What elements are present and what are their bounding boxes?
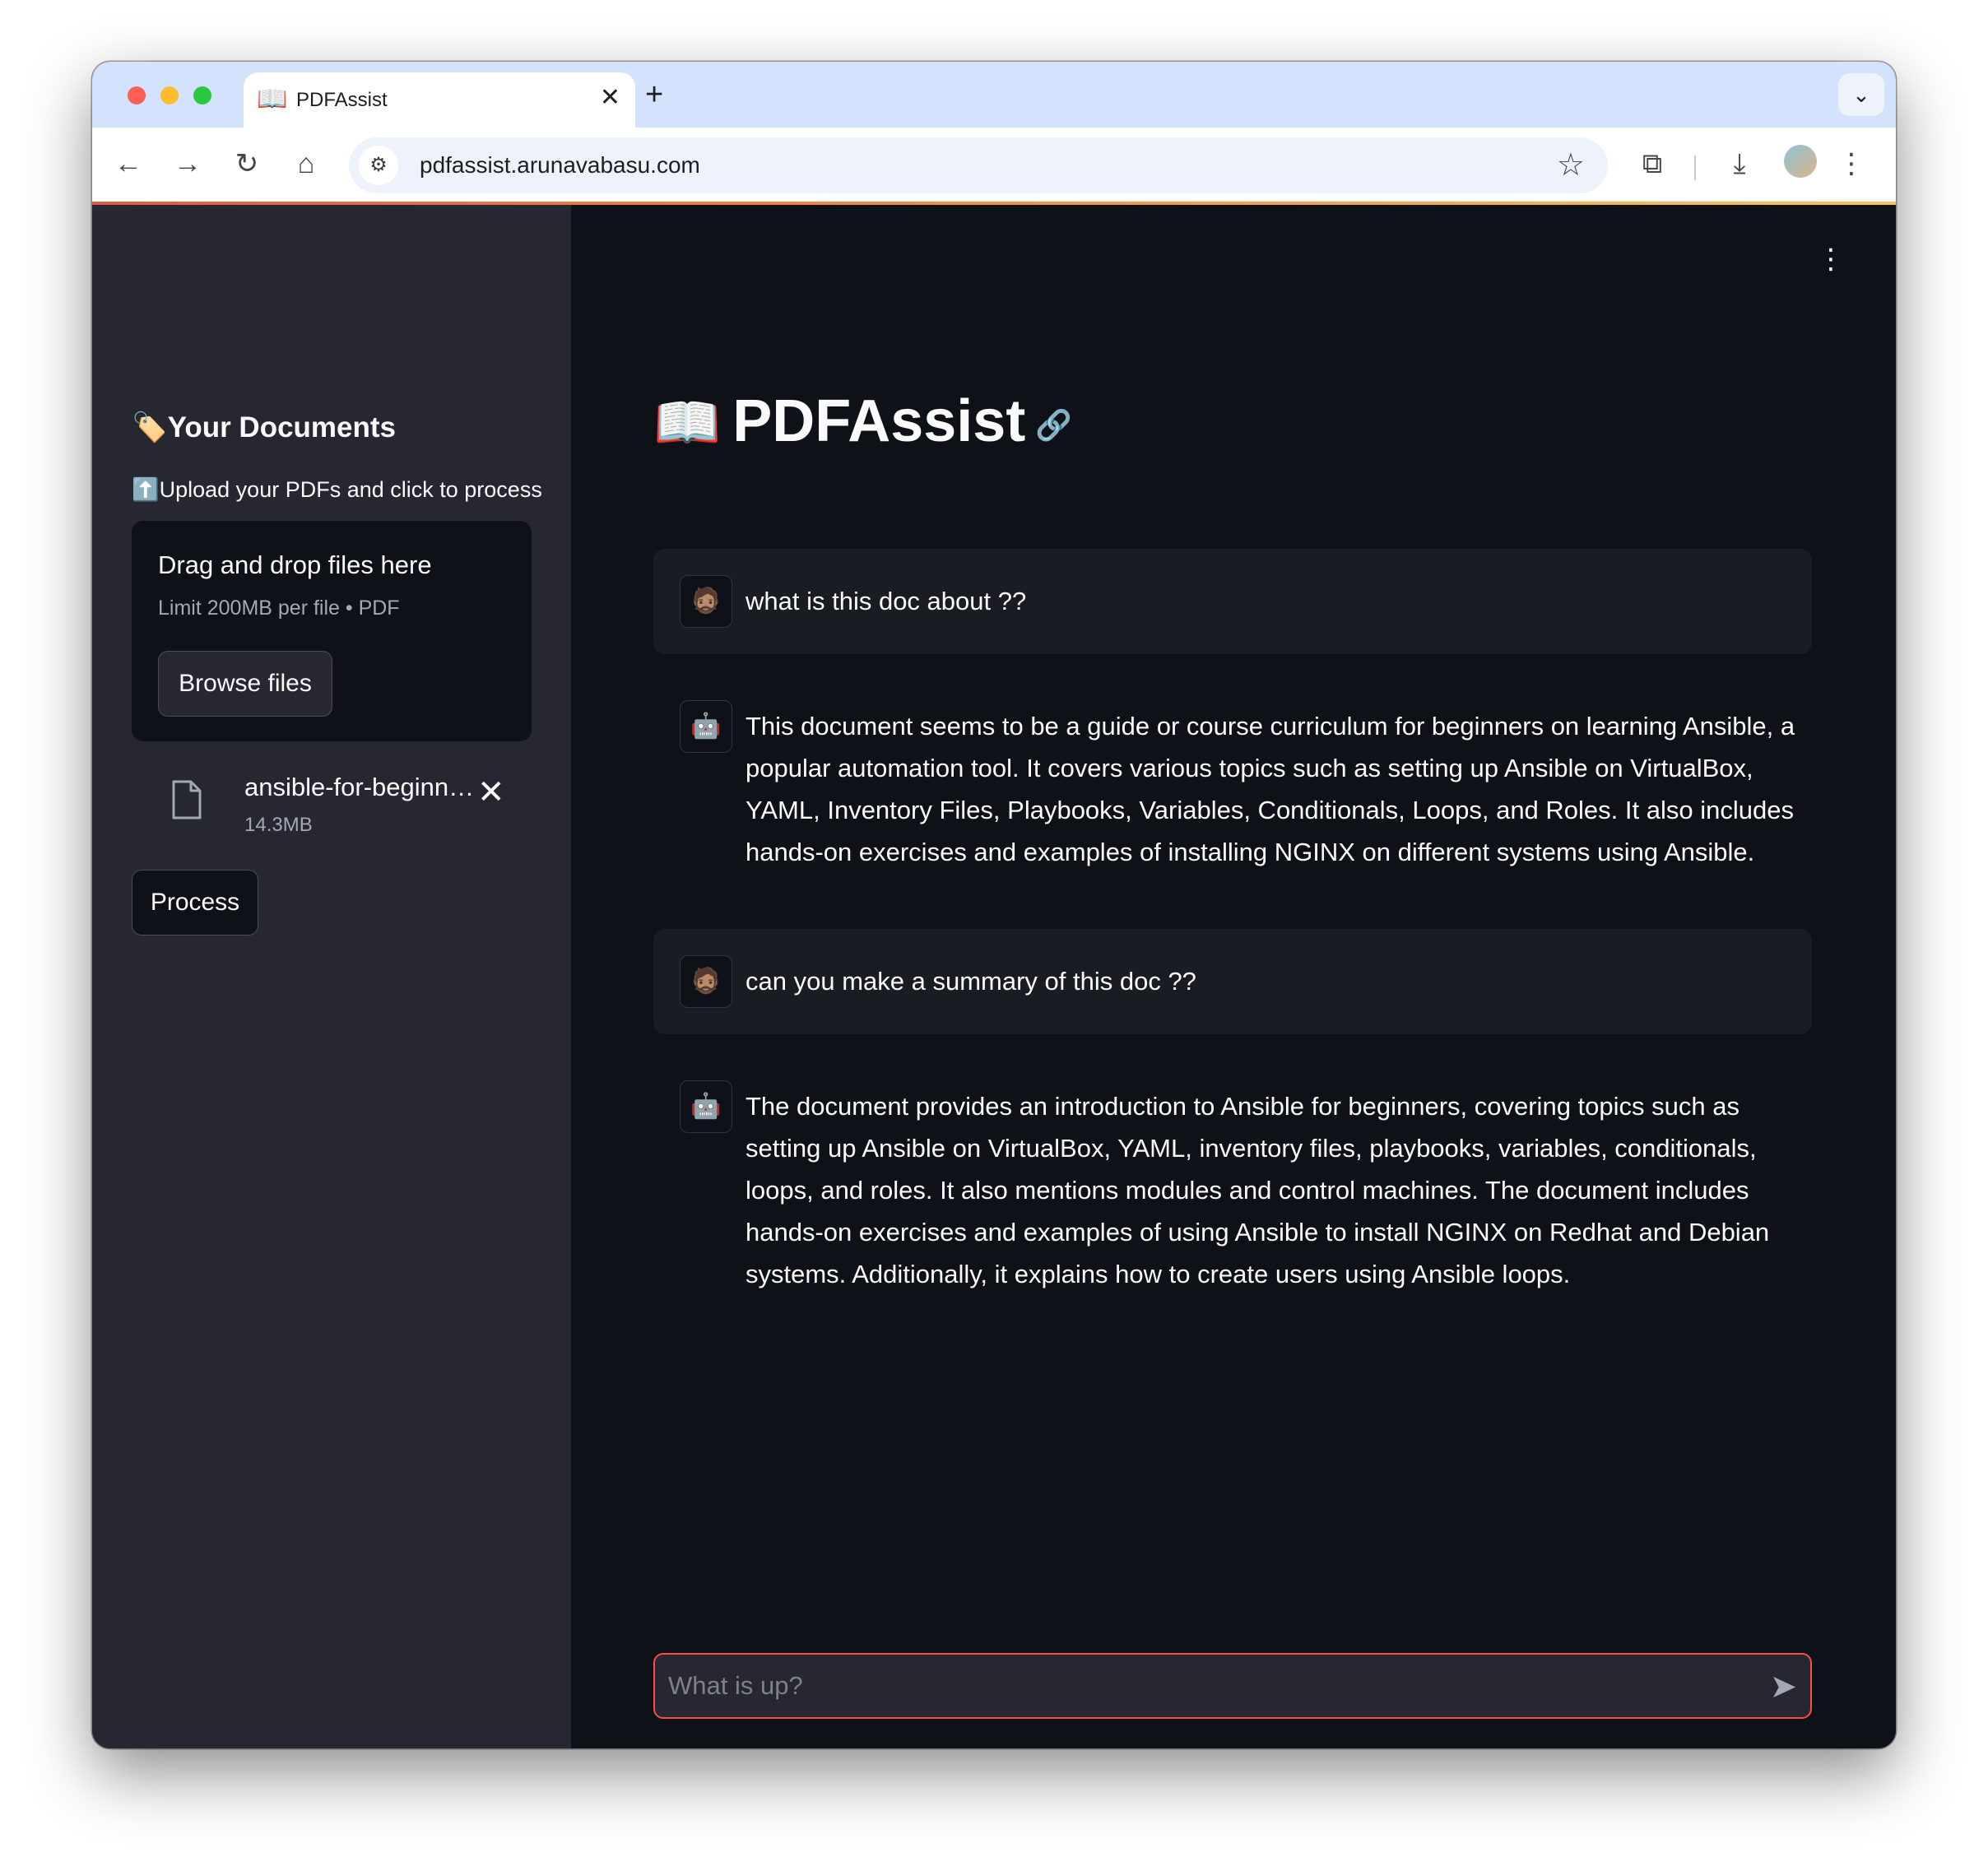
user-avatar-icon: 🧔🏽 <box>680 575 732 628</box>
profile-avatar[interactable] <box>1784 145 1817 178</box>
toolbar-divider <box>1694 156 1696 180</box>
user-avatar-icon: 🧔🏽 <box>680 955 732 1008</box>
upload-instructions: ⬆️Upload your PDFs and click to process <box>132 477 542 502</box>
file-icon <box>172 780 202 819</box>
tab-pdfassist[interactable]: 📖 PDFAssist ✕ <box>244 72 635 128</box>
url-text[interactable]: pdfassist.arunavabasu.com <box>420 152 700 179</box>
home-icon[interactable]: ⌂ <box>288 146 324 182</box>
app-menu-icon[interactable]: ⋮ <box>1817 243 1845 276</box>
main-content: ⋮ 📖 PDFAssist 🔗 🧔🏽 what is this doc about … <box>571 205 1896 1748</box>
chat-message-assistant: 🤖 This document seems to be a guide or c… <box>653 674 1812 866</box>
message-text: The document provides an introduction to… <box>746 1092 1770 1288</box>
chat-input[interactable] <box>668 1663 1738 1709</box>
chat-message-user: 🧔🏽 can you make a summary of this doc ?? <box>653 929 1812 1034</box>
anchor-link-icon[interactable]: 🔗 <box>1035 408 1072 442</box>
forward-arrow-icon[interactable]: → <box>170 146 206 182</box>
close-window-button[interactable] <box>128 86 146 104</box>
dropzone-title: Drag and drop files here <box>158 550 432 579</box>
message-text: can you make a summary of this doc ?? <box>746 967 1196 996</box>
dropzone-limit: Limit 200MB per file • PDF <box>158 597 400 620</box>
page-title: 📖 PDFAssist 🔗 <box>653 388 1072 455</box>
message-text: what is this doc about ?? <box>746 587 1027 615</box>
new-tab-button[interactable]: + <box>645 78 663 111</box>
browse-files-button[interactable]: Browse files <box>158 651 332 717</box>
site-info-icon[interactable]: ⚙ <box>359 146 398 185</box>
page-title-text: PDFAssist <box>732 388 1026 454</box>
chat-input-box[interactable]: ➤ <box>653 1653 1812 1719</box>
message-text: This document seems to be a guide or cou… <box>746 712 1795 866</box>
uploaded-file-size: 14.3MB <box>244 814 313 836</box>
download-icon[interactable]: ⤓ <box>1720 144 1759 183</box>
file-dropzone[interactable]: Drag and drop files here Limit 200MB per… <box>132 521 532 741</box>
bot-avatar-icon: 🤖 <box>680 700 732 753</box>
chat-message-user: 🧔🏽 what is this doc about ?? <box>653 549 1812 654</box>
back-arrow-icon[interactable]: ← <box>110 146 146 182</box>
bot-avatar-icon: 🤖 <box>680 1080 732 1133</box>
book-icon: 📖 <box>257 86 288 113</box>
sidebar-heading: 🏷️Your Documents <box>132 411 397 443</box>
browser-toolbar: ← → ↻ ⌂ ⚙ pdfassist.arunavabasu.com ☆ ⧉ … <box>92 128 1896 203</box>
sidebar: 🏷️Your Documents ⬆️Upload your PDFs and … <box>92 205 571 1748</box>
book-icon: 📖 <box>653 392 722 453</box>
remove-file-icon[interactable]: ✕ <box>477 774 505 810</box>
tab-list-chevron-icon[interactable]: ⌄ <box>1838 73 1884 116</box>
tab-bar: 📖 PDFAssist ✕ + ⌄ <box>92 62 1896 128</box>
extensions-icon[interactable]: ⧉ <box>1633 144 1672 183</box>
send-icon[interactable]: ➤ <box>1769 1666 1797 1707</box>
chat-message-assistant: 🤖 The document provides an introduction … <box>653 1054 1812 1288</box>
bookmark-star-icon[interactable]: ☆ <box>1557 147 1585 183</box>
uploaded-file-item: ansible-for-beginn… 14.3MB ✕ <box>132 766 532 848</box>
browser-window: 📖 PDFAssist ✕ + ⌄ ← → ↻ ⌂ ⚙ pdfassist.ar… <box>92 62 1896 1748</box>
address-bar[interactable]: ⚙ pdfassist.arunavabasu.com ☆ <box>349 137 1608 193</box>
close-tab-icon[interactable]: ✕ <box>600 84 620 112</box>
minimize-window-button[interactable] <box>160 86 179 104</box>
uploaded-file-name: ansible-for-beginn… <box>244 773 475 801</box>
process-button[interactable]: Process <box>132 870 258 936</box>
maximize-window-button[interactable] <box>193 86 211 104</box>
reload-icon[interactable]: ↻ <box>229 146 265 182</box>
browser-menu-icon[interactable]: ⋮ <box>1832 144 1871 183</box>
tab-title: PDFAssist <box>296 89 388 111</box>
